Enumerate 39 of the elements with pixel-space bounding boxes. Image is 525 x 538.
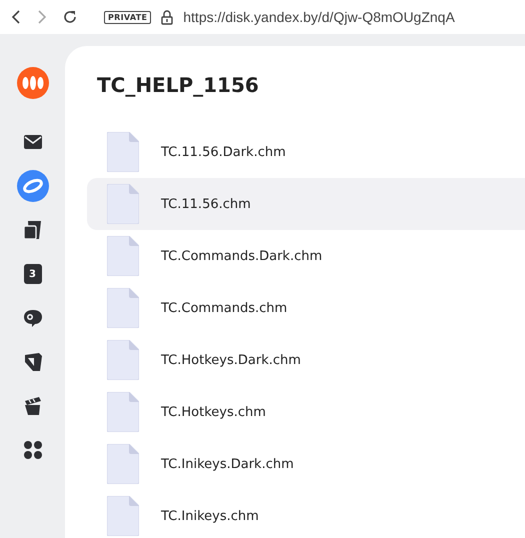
file-name: TC.11.56.chm: [161, 196, 251, 212]
documents-icon[interactable]: [22, 220, 42, 240]
back-icon[interactable]: [10, 10, 22, 24]
file-name: TC.Hotkeys.chm: [161, 404, 266, 420]
file-row[interactable]: TC.11.56.chm: [87, 178, 525, 230]
file-icon: [107, 184, 139, 224]
folder-title: TC_HELP_1156: [97, 72, 260, 99]
reload-icon[interactable]: [62, 9, 78, 25]
file-icon: [107, 132, 139, 172]
file-name: TC.11.56.Dark.chm: [161, 144, 286, 160]
mail-icon[interactable]: [22, 134, 42, 150]
private-badge: PRIVATE: [104, 10, 152, 24]
file-name: TC.Commands.chm: [161, 300, 288, 316]
notes-icon[interactable]: [22, 352, 42, 372]
cloud-disk-icon[interactable]: [16, 170, 48, 202]
file-row[interactable]: TC.11.56.Dark.chm: [87, 126, 525, 178]
file-name: TC.Hotkeys.Dark.chm: [161, 352, 301, 368]
calendar-icon[interactable]: 3: [24, 264, 42, 284]
file-icon: [107, 288, 139, 328]
file-row[interactable]: TC.Hotkeys.chm: [87, 386, 525, 438]
clapperboard-icon[interactable]: [22, 395, 42, 417]
file-icon: [107, 236, 139, 276]
file-icon: [107, 444, 139, 484]
logo-icon[interactable]: [16, 66, 50, 100]
chat-icon[interactable]: [22, 308, 44, 328]
file-icon: [107, 340, 139, 380]
lock-icon[interactable]: [161, 10, 174, 24]
address-bar[interactable]: https://disk.yandex.by/d/Qjw-Q8mOUgZnqA: [183, 9, 455, 25]
file-icon: [107, 496, 139, 536]
file-name: TC.Commands.Dark.chm: [161, 248, 322, 264]
file-row[interactable]: TC.Inikeys.Dark.chm: [87, 438, 525, 490]
apps-grid-icon[interactable]: [22, 440, 42, 460]
file-name: TC.Inikeys.Dark.chm: [161, 456, 294, 472]
file-row[interactable]: TC.Inikeys.chm: [87, 490, 525, 538]
file-row[interactable]: TC.Commands.chm: [87, 282, 525, 334]
file-name: TC.Inikeys.chm: [161, 508, 259, 524]
file-icon: [107, 392, 139, 432]
file-row[interactable]: TC.Commands.Dark.chm: [87, 230, 525, 282]
file-row[interactable]: TC.Hotkeys.Dark.chm: [87, 334, 525, 386]
